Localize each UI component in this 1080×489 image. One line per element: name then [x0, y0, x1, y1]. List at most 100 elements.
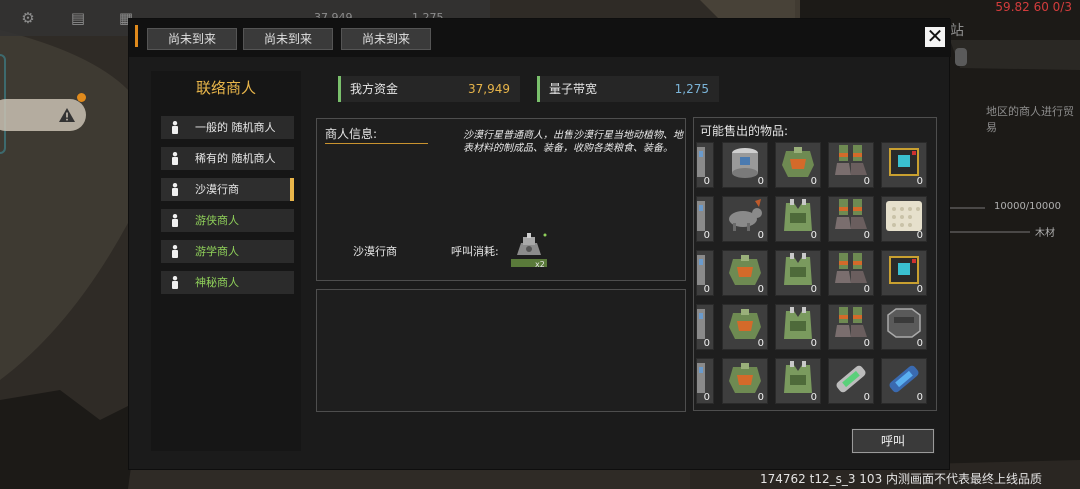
- bandwidth-box: 量子带宽 1,275: [537, 76, 719, 102]
- goods-count: 0: [916, 392, 923, 403]
- funds-label: 我方资金: [350, 82, 399, 96]
- tab-bar: 尚未到来 尚未到来 尚未到来 ✕: [129, 19, 951, 57]
- goods-cell[interactable]: 0: [722, 196, 768, 242]
- goods-cell[interactable]: 0: [775, 358, 821, 404]
- goods-count: 0: [703, 338, 710, 349]
- goods-count: 0: [916, 230, 923, 241]
- trader-info-heading: 商人信息:: [325, 127, 378, 141]
- funds-box: 我方资金 37,949: [338, 76, 520, 102]
- trader-info-panel: 商人信息: 沙漠行星普通商人，出售沙漠行星当地动植物、地表材料的制成品、装备，收…: [316, 118, 686, 281]
- trader-item-label: 神秘商人: [195, 276, 239, 289]
- bandwidth-value: 1,275: [674, 82, 709, 96]
- goods-count: 0: [757, 284, 764, 295]
- trader-item-label: 游侠商人: [195, 214, 239, 227]
- fps-readout: 59.82 60 0/3: [995, 0, 1072, 14]
- person-icon: [172, 183, 178, 196]
- goods-cell[interactable]: 0: [722, 358, 768, 404]
- goods-count: 0: [916, 284, 923, 295]
- person-icon: [172, 214, 178, 227]
- goods-cell[interactable]: 0: [828, 250, 874, 296]
- goods-cell[interactable]: 0: [722, 250, 768, 296]
- goods-count: 0: [863, 392, 870, 403]
- trader-description: 沙漠行星普通商人，出售沙漠行星当地动植物、地表材料的制成品、装备，收购各类粮食、…: [463, 130, 683, 154]
- trader-list-title: 联络商人: [195, 79, 256, 97]
- goods-cell[interactable]: 0: [696, 358, 714, 404]
- goods-count: 0: [703, 230, 710, 241]
- goods-count: 0: [916, 338, 923, 349]
- side-title: 站: [950, 23, 964, 39]
- goods-cell[interactable]: 0: [722, 304, 768, 350]
- person-icon: [172, 245, 178, 258]
- goods-count: 0: [863, 284, 870, 295]
- funds-value: 37,949: [468, 82, 510, 96]
- goods-count: 0: [757, 230, 764, 241]
- goods-cell[interactable]: 0: [722, 142, 768, 188]
- goods-title: 可能售出的物品:: [700, 124, 789, 138]
- chat-icon[interactable]: ▤: [68, 9, 88, 27]
- goods-count: 0: [810, 230, 817, 241]
- goods-cell[interactable]: 0: [828, 142, 874, 188]
- goods-cell[interactable]: 0: [696, 142, 714, 188]
- side-trade-text: 地区的商人进行贸易: [986, 105, 1074, 134]
- gear-icon[interactable]: ⚙: [18, 9, 38, 27]
- call-cost-label: 呼叫消耗:: [451, 245, 499, 258]
- close-icon: ✕: [926, 24, 944, 48]
- trader-list-panel: 联络商人 一般的 随机商人 稀有的 随机商人 沙漠行商 游侠商人 游学商人 神秘…: [151, 71, 301, 451]
- goods-cell[interactable]: 0: [775, 304, 821, 350]
- goods-cell[interactable]: 0: [881, 358, 927, 404]
- warning-icon[interactable]: [58, 107, 76, 123]
- goods-cell[interactable]: 0: [696, 304, 714, 350]
- notification-dot: [77, 93, 86, 102]
- goods-cell[interactable]: 0: [881, 142, 927, 188]
- goods-cell[interactable]: 0: [881, 304, 927, 350]
- trader-item-desert[interactable]: 沙漠行商: [161, 178, 294, 201]
- goods-cell[interactable]: 0: [828, 358, 874, 404]
- call-button[interactable]: 呼叫: [851, 428, 935, 454]
- goods-count: 0: [916, 176, 923, 187]
- goods-count: 0: [810, 176, 817, 187]
- trader-item-general-random[interactable]: 一般的 随机商人: [161, 116, 294, 139]
- goods-count: 0: [757, 338, 764, 349]
- tab-1[interactable]: 尚未到来: [147, 28, 237, 50]
- person-icon: [172, 121, 178, 134]
- goods-cell[interactable]: 0: [775, 250, 821, 296]
- side-wood-text: 木材: [1035, 228, 1055, 239]
- build-info: 174762 t12_s_3 103 内测画面不代表最终上线品质: [760, 472, 1043, 486]
- goods-cell[interactable]: 0: [881, 250, 927, 296]
- funds-accent-bar: [338, 76, 341, 102]
- side-capacity-text: 10000/10000: [994, 201, 1061, 212]
- goods-count: 0: [757, 176, 764, 187]
- trader-item-label: 游学商人: [195, 245, 239, 258]
- trader-item-mystery[interactable]: 神秘商人: [161, 271, 294, 294]
- trader-item-scholar[interactable]: 游学商人: [161, 240, 294, 263]
- goods-cell[interactable]: 0: [881, 196, 927, 242]
- selected-indicator: [290, 178, 294, 201]
- call-cost-multiplier: x2: [535, 260, 545, 269]
- goods-count: 0: [703, 176, 710, 187]
- goods-count: 0: [703, 392, 710, 403]
- goods-cell[interactable]: 0: [696, 196, 714, 242]
- tab-2[interactable]: 尚未到来: [243, 28, 333, 50]
- goods-count: 0: [863, 230, 870, 241]
- goods-cell[interactable]: 0: [696, 250, 714, 296]
- trader-dialog: 尚未到来 尚未到来 尚未到来 ✕ 联络商人 一般的 随机商人 稀有的 随机商人 …: [128, 18, 951, 470]
- trade-detail-panel: [316, 289, 686, 412]
- goods-cell[interactable]: 0: [775, 142, 821, 188]
- bandwidth-label: 量子带宽: [549, 82, 598, 96]
- close-button[interactable]: ✕: [923, 25, 947, 49]
- trader-item-label: 沙漠行商: [195, 183, 239, 196]
- tab-3[interactable]: 尚未到来: [341, 28, 431, 50]
- goods-cell[interactable]: 0: [775, 196, 821, 242]
- trader-item-label: 一般的 随机商人: [195, 121, 276, 134]
- trader-item-ranger[interactable]: 游侠商人: [161, 209, 294, 232]
- tab-marker: [135, 25, 138, 47]
- goods-count: 0: [810, 392, 817, 403]
- goods-count: 0: [863, 338, 870, 349]
- goods-count: 0: [810, 338, 817, 349]
- trader-item-rare-random[interactable]: 稀有的 随机商人: [161, 147, 294, 170]
- goods-cell[interactable]: 0: [828, 196, 874, 242]
- goods-count: 0: [810, 284, 817, 295]
- trader-name: 沙漠行商: [353, 245, 397, 258]
- goods-cell[interactable]: 0: [828, 304, 874, 350]
- bandwidth-accent-bar: [537, 76, 540, 102]
